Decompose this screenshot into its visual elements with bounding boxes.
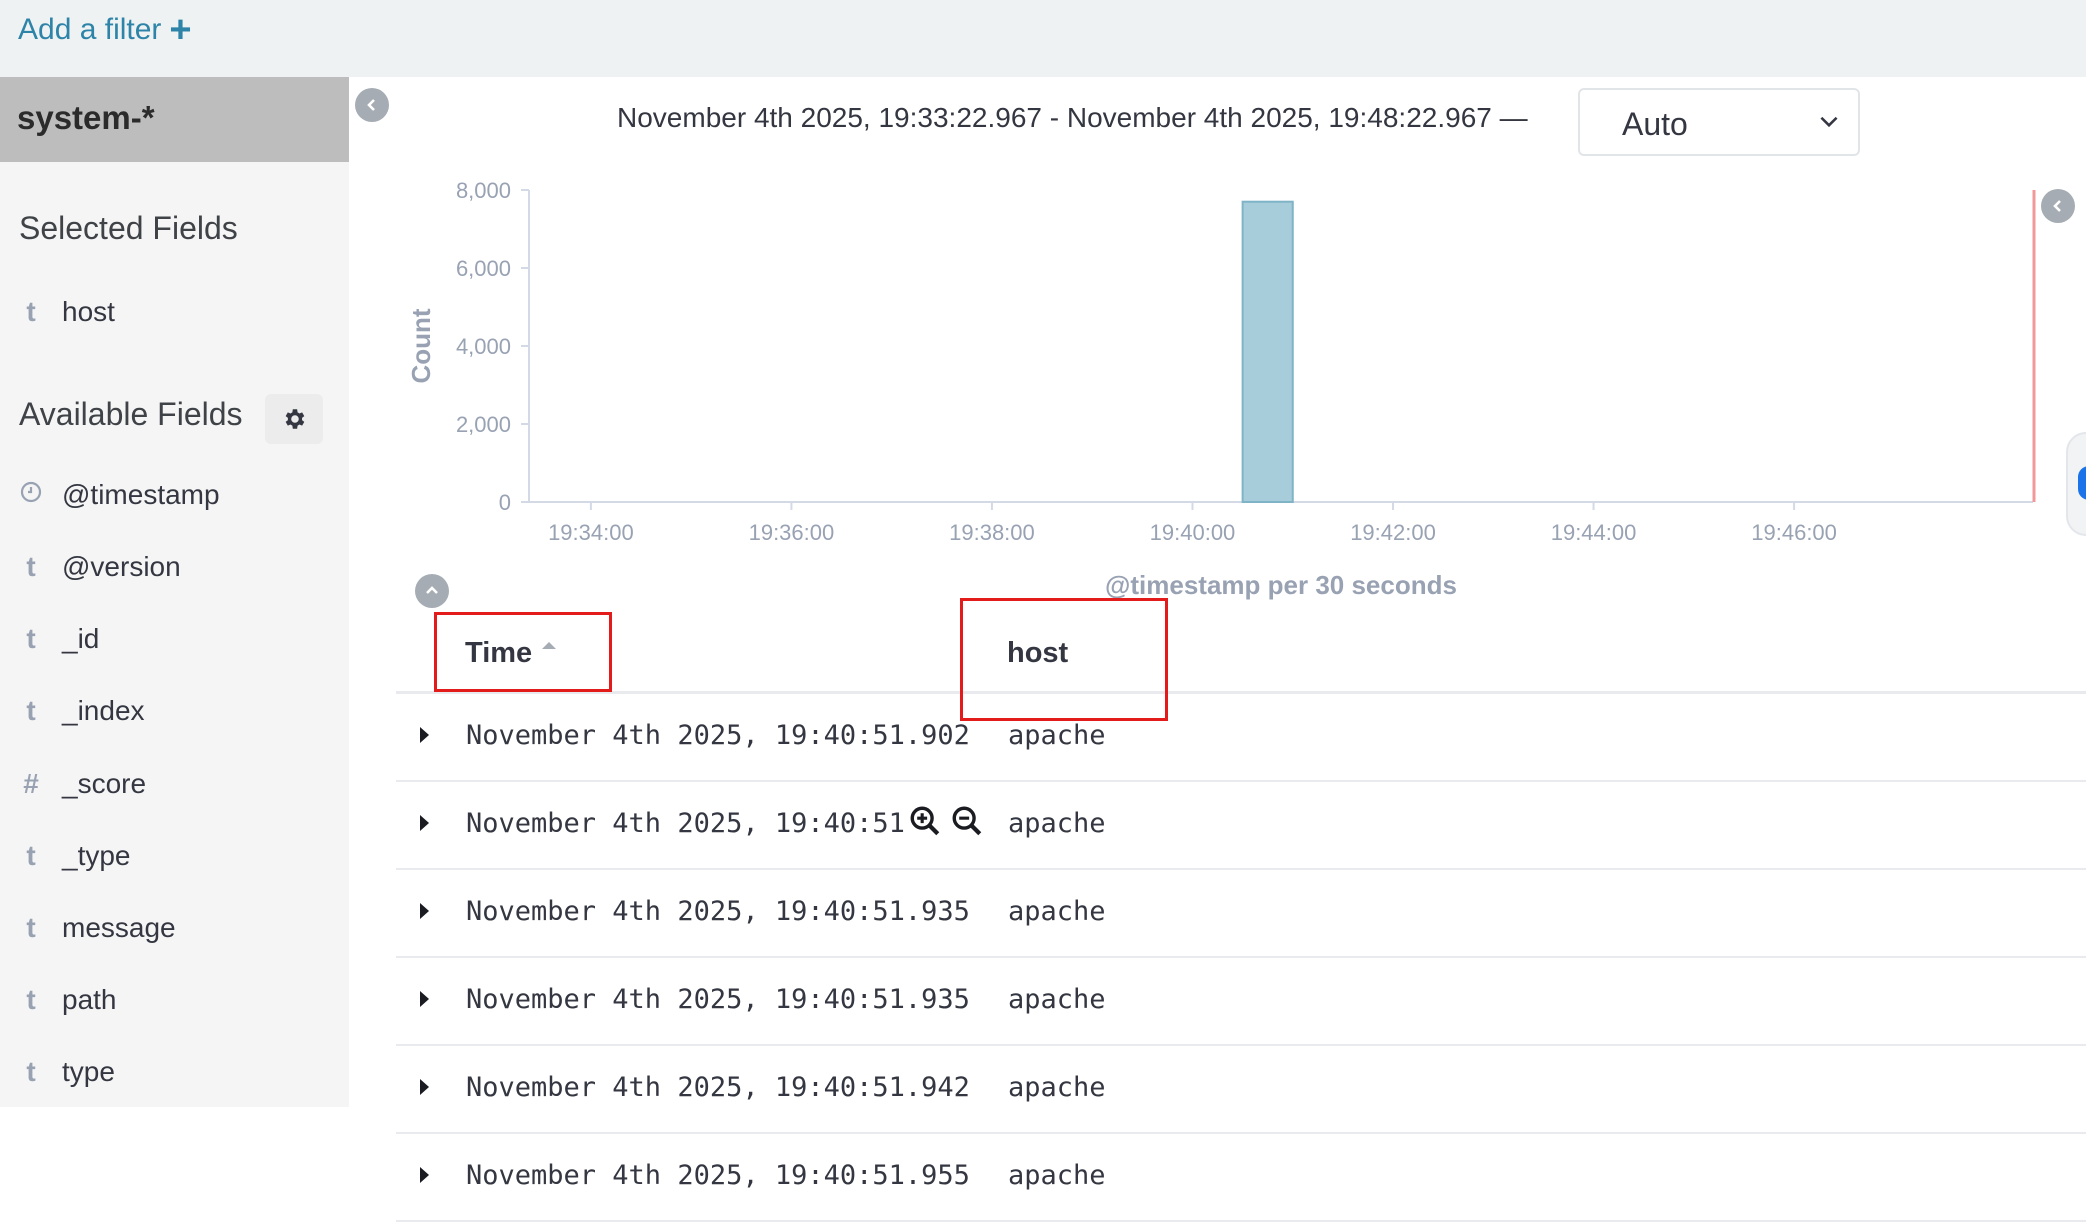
field-type-string-icon: t [26, 984, 36, 1015]
cell-time: November 4th 2025, 19:40:51.942 [466, 1072, 970, 1103]
table-header-row: Time host [396, 600, 2086, 694]
field-name: _score [62, 768, 147, 799]
cell-host: apache [1008, 808, 1106, 839]
expand-row-icon[interactable] [416, 812, 434, 834]
x-tick-label: 19:44:00 [1551, 520, 1637, 545]
field-name: type [62, 1056, 115, 1087]
expand-row-icon[interactable] [416, 988, 434, 1010]
collapse-chart-panel-button[interactable] [2041, 189, 2075, 223]
bars [1241, 200, 1294, 503]
field-type-string-icon: t [26, 695, 36, 726]
available-field-type[interactable]: t type [0, 1042, 349, 1102]
y-tick-label: 6,000 [456, 256, 511, 281]
y-axis-title: Count [406, 308, 436, 383]
field-name: _index [62, 695, 145, 726]
side-panel-tab[interactable] [2066, 432, 2086, 536]
cell-host: apache [1008, 984, 1106, 1015]
table-row[interactable]: November 4th 2025, 19:40:51.935 apache [396, 870, 2086, 958]
zoom-out-icon[interactable] [950, 804, 984, 838]
x-tick-label: 19:38:00 [949, 520, 1035, 545]
available-fields-title: Available Fields [19, 396, 243, 432]
field-type-string-icon: t [26, 623, 36, 654]
available-field-path[interactable]: t path [0, 970, 349, 1030]
histogram-bar[interactable] [1241, 200, 1294, 503]
cell-time: November 4th 2025, 19:40:51.935 [466, 984, 970, 1015]
field-type-string-icon: t [26, 551, 36, 582]
expand-row-icon[interactable] [416, 900, 434, 922]
side-panel-indicator [2078, 466, 2086, 500]
cell-host: apache [1008, 720, 1106, 751]
time-range-label: November 4th 2025, 19:33:22.967 - Novemb… [617, 102, 1528, 133]
x-axis: 19:34:00 19:36:00 19:38:00 19:40:00 19:42:00… [529, 501, 2033, 545]
field-name: _type [62, 840, 131, 871]
highlight-box-time-column [434, 612, 612, 692]
x-tick-label: 19:34:00 [548, 520, 634, 545]
interval-select[interactable]: Auto [1578, 88, 1860, 156]
table-row[interactable]: November 4th 2025, 19:40:51.902 apache [396, 694, 2086, 782]
chevron-down-icon [1820, 116, 1838, 128]
field-name: _id [62, 623, 100, 654]
y-tick-label: 0 [499, 490, 511, 515]
chevron-left-icon [367, 99, 375, 111]
table-row[interactable]: November 4th 2025, 19:40:51.935 apache [396, 958, 2086, 1046]
field-name: host [62, 296, 115, 327]
x-tick-label: 19:46:00 [1751, 520, 1837, 545]
cell-time: November 4th 2025, 19:40:51 [466, 808, 905, 839]
expand-row-icon[interactable] [416, 1164, 434, 1186]
available-field-timestamp[interactable]: @timestamp [0, 465, 349, 525]
cell-host: apache [1008, 896, 1106, 927]
cell-host: apache [1008, 1160, 1106, 1191]
field-name: message [62, 912, 176, 943]
field-type-string-icon: t [26, 296, 36, 327]
index-pattern-label: system-* [17, 99, 155, 136]
interval-value: Auto [1622, 106, 1688, 142]
field-type-string-icon: t [26, 1056, 36, 1087]
selected-field-host[interactable]: t host [0, 282, 349, 342]
x-tick-label: 19:42:00 [1350, 520, 1436, 545]
x-tick-label: 19:40:00 [1150, 520, 1236, 545]
field-type-string-icon: t [26, 912, 36, 943]
histogram-chart: 02,0004,0006,0008,000 19:34:00 19:36:00 19… [406, 178, 2036, 600]
field-name: @timestamp [62, 479, 220, 510]
clock-icon [0, 479, 62, 511]
field-name: path [62, 984, 117, 1015]
expand-row-icon[interactable] [416, 1076, 434, 1098]
x-tick-label: 19:36:00 [749, 520, 835, 545]
cell-time: November 4th 2025, 19:40:51.935 [466, 896, 970, 927]
available-field-index[interactable]: t _index [0, 681, 349, 741]
zoom-in-icon[interactable] [908, 804, 942, 838]
y-tick-label: 2,000 [456, 412, 511, 437]
available-field-version[interactable]: t @version [0, 537, 349, 597]
collapse-sidebar-button[interactable] [355, 88, 389, 122]
field-type-number-icon: # [23, 768, 39, 799]
y-tick-label: 4,000 [456, 334, 511, 359]
available-field-id[interactable]: t _id [0, 609, 349, 669]
filter-bar [0, 0, 2086, 77]
add-filter-label: Add a filter [18, 13, 162, 46]
chevron-up-icon [426, 586, 438, 594]
selected-fields-title: Selected Fields [19, 210, 238, 246]
table-row[interactable]: November 4th 2025, 19:40:51.955 apache [396, 1134, 2086, 1222]
available-field-type-underscore[interactable]: t _type [0, 826, 349, 886]
field-type-string-icon: t [26, 840, 36, 871]
available-field-score[interactable]: # _score [0, 754, 349, 814]
chevron-left-icon [2053, 200, 2061, 212]
add-filter-button[interactable]: Add a filter + [18, 9, 192, 51]
y-axis: 0 2,000 4,000 6,000 8,000 [456, 178, 530, 515]
expand-row-icon[interactable] [416, 724, 434, 746]
field-name: @version [62, 551, 181, 582]
y-tick-label: 8,000 [456, 178, 511, 203]
available-field-message[interactable]: t message [0, 898, 349, 958]
cell-actions [908, 804, 984, 838]
plus-icon: + [169, 9, 192, 51]
gear-icon [285, 409, 305, 429]
cell-time: November 4th 2025, 19:40:51.902 [466, 720, 970, 751]
field-settings-button[interactable] [265, 394, 323, 444]
index-pattern-selector[interactable]: system-* [0, 77, 349, 162]
table-row[interactable]: November 4th 2025, 19:40:51.942 apache [396, 1046, 2086, 1134]
cell-time: November 4th 2025, 19:40:51.955 [466, 1160, 970, 1191]
table-row[interactable]: November 4th 2025, 19:40:51 apache [396, 782, 2086, 870]
x-axis-title: @timestamp per 30 seconds [1105, 570, 1457, 600]
cell-host: apache [1008, 1072, 1106, 1103]
